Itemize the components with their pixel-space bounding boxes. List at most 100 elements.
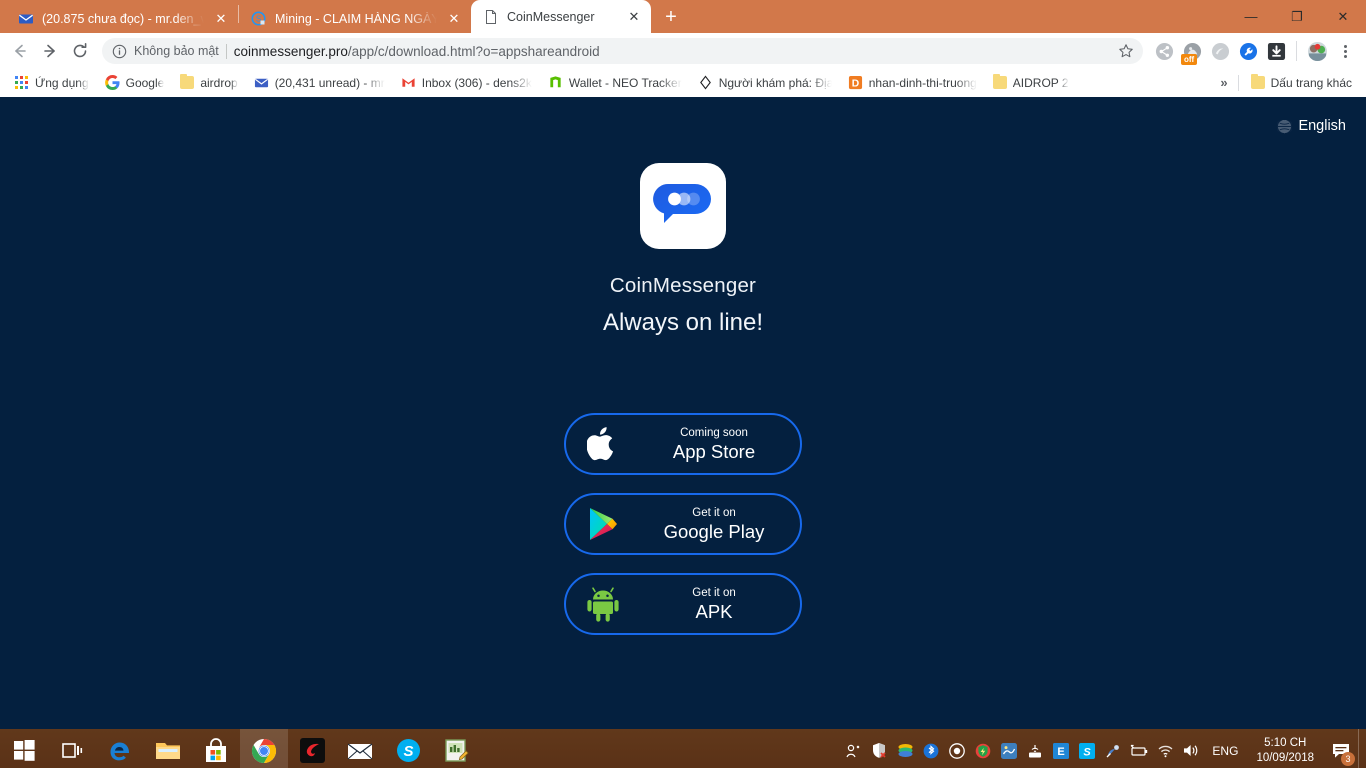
app-store-labels: Coming soon App Store — [640, 426, 800, 463]
tray-people-icon[interactable] — [840, 729, 866, 768]
bookmark-explorer[interactable]: Người khám phá: Địa — [690, 72, 840, 93]
bookmark-neo-wallet[interactable]: Wallet - NEO Tracker — [540, 72, 690, 93]
tray-wifi-icon[interactable] — [1152, 729, 1178, 768]
bookmark-other-bookmarks[interactable]: Dấu trang khác — [1243, 73, 1360, 93]
info-circle-icon[interactable] — [112, 44, 127, 59]
clock[interactable]: 5:10 CH 10/09/2018 — [1246, 729, 1324, 768]
mail-icon — [19, 14, 33, 23]
language-selector[interactable]: English — [1277, 118, 1346, 134]
bookmark-airdrop[interactable]: airdrop — [172, 73, 245, 93]
url-domain: coinmessenger.pro — [233, 43, 348, 59]
bookmark-label: Dấu trang khác — [1270, 75, 1352, 90]
folder-icon — [180, 74, 195, 89]
tray-skype-icon[interactable]: S — [1074, 729, 1100, 768]
extension-adblock-button[interactable]: off — [1179, 38, 1205, 65]
bookmark-label: Wallet - NEO Tracker — [568, 75, 682, 90]
bookmark-label: AIDROP 2 — [1012, 75, 1069, 90]
reload-button[interactable] — [66, 37, 94, 65]
browser-tab-3-close-icon[interactable]: ✕ — [625, 8, 643, 26]
metamask-icon — [1211, 42, 1229, 60]
taskbar-chrome[interactable] — [240, 729, 288, 768]
back-button[interactable] — [6, 37, 34, 65]
battery-icon — [1131, 744, 1148, 756]
taskbar-microsoft-store[interactable] — [192, 729, 240, 768]
extension-adblock-badge: off — [1181, 54, 1198, 65]
bookmark-label: Người khám phá: Địa — [718, 75, 832, 90]
start-button[interactable] — [0, 729, 48, 768]
coinmessenger-chat-bubble-logo — [653, 183, 711, 223]
url-text: coinmessenger.pro/app/c/download.html?o=… — [234, 44, 1106, 59]
language-label: English — [1298, 118, 1346, 134]
tray-satellite-icon[interactable] — [1100, 729, 1126, 768]
download-icon — [1267, 42, 1285, 60]
browser-tab-1-close-icon[interactable]: ✕ — [212, 10, 230, 28]
google-play-icon — [590, 508, 617, 540]
tray-battery-icon[interactable] — [1126, 729, 1152, 768]
tray-e-app-icon[interactable]: E — [1048, 729, 1074, 768]
taskbar-edge[interactable] — [96, 729, 144, 768]
input-language-indicator[interactable]: ENG — [1204, 729, 1246, 768]
window-maximize-button[interactable]: ❐ — [1274, 0, 1320, 33]
tray-router-icon[interactable] — [1022, 729, 1048, 768]
notification-center-button[interactable]: 3 — [1324, 729, 1358, 768]
window-close-button[interactable]: ✕ — [1320, 0, 1366, 33]
page-icon — [486, 9, 496, 24]
google-play-button[interactable]: Get it on Google Play — [564, 493, 802, 555]
bookmark-apps[interactable]: Ứng dụng — [6, 72, 97, 93]
extension-share-button[interactable] — [1151, 38, 1177, 64]
coin-icon: S — [251, 11, 266, 25]
mail-icon — [347, 743, 373, 759]
bookmark-google[interactable]: Google — [97, 72, 173, 93]
browser-tab-1[interactable]: (20.875 chưa đọc) - mr.den_vip@ ✕ — [6, 4, 238, 33]
hero-section: CoinMessenger Always on line! Coming soo… — [0, 97, 1366, 635]
browser-menu-button[interactable] — [1332, 38, 1358, 64]
taskbar-mail[interactable] — [336, 729, 384, 768]
url-path: /app/c/download.html?o=appshareandroid — [347, 43, 600, 59]
address-bar[interactable]: Không bảo mật coinmessenger.pro/app/c/do… — [102, 38, 1143, 64]
bookmark-market-analysis[interactable]: D nhan-dinh-thi-truong — [840, 72, 985, 93]
extension-download-button[interactable] — [1263, 38, 1289, 64]
browser-tab-3-active[interactable]: CoinMessenger ✕ — [471, 0, 651, 33]
android-icon — [587, 587, 619, 622]
taskbar-notepad[interactable] — [432, 729, 480, 768]
taskbar-file-explorer[interactable] — [144, 729, 192, 768]
layers-icon — [898, 744, 913, 757]
tray-record-icon[interactable] — [944, 729, 970, 768]
app-store-button[interactable]: Coming soon App Store — [564, 413, 802, 475]
new-tab-button[interactable]: + — [657, 3, 685, 31]
browser-tab-2[interactable]: S Mining - CLAIM HÀNG NGÀY NH ✕ — [239, 4, 471, 33]
tray-green-shield-icon[interactable] — [970, 729, 996, 768]
garena-icon — [299, 738, 325, 763]
microsoft-store-icon — [206, 737, 226, 762]
bookmark-aidrop-2[interactable]: AIDROP 2 — [985, 73, 1077, 93]
apk-small-label: Get it on — [692, 586, 736, 599]
share-icon — [1155, 42, 1173, 60]
tray-layers-icon[interactable] — [892, 729, 918, 768]
tray-security-shield-icon[interactable] — [866, 729, 892, 768]
forward-icon — [44, 44, 55, 58]
e-app-icon: E — [1053, 742, 1070, 759]
bookmark-unread-mail[interactable]: (20,431 unread) - mr — [246, 72, 393, 93]
browser-tab-2-close-icon[interactable]: ✕ — [445, 10, 463, 28]
extension-wrench-button[interactable] — [1235, 38, 1261, 64]
taskbar-skype[interactable]: S — [384, 729, 432, 768]
task-view-button[interactable] — [48, 729, 96, 768]
back-icon — [15, 44, 26, 58]
show-desktop-button[interactable] — [1358, 729, 1364, 768]
page-content: English CoinMessenger Always on line! Co… — [0, 97, 1366, 729]
window-minimize-button[interactable]: — — [1228, 0, 1274, 33]
bookmark-star-button[interactable] — [1113, 38, 1139, 64]
extension-metamask-button[interactable] — [1207, 38, 1233, 64]
forward-button[interactable] — [36, 37, 64, 65]
tray-bluetooth-icon[interactable] — [918, 729, 944, 768]
taskbar-garena[interactable] — [288, 729, 336, 768]
bookmark-gmail-inbox[interactable]: Inbox (306) - dens2k — [393, 72, 540, 93]
bookmarks-overflow-button[interactable]: » — [1210, 75, 1237, 90]
avatar[interactable] — [1304, 38, 1330, 64]
green-shield-icon — [976, 743, 991, 758]
tray-volume-icon[interactable] — [1178, 729, 1204, 768]
people-icon — [846, 744, 860, 757]
tray-blue-app-icon[interactable] — [996, 729, 1022, 768]
bookmark-label: airdrop — [200, 75, 238, 90]
apk-button[interactable]: Get it on APK — [564, 573, 802, 635]
